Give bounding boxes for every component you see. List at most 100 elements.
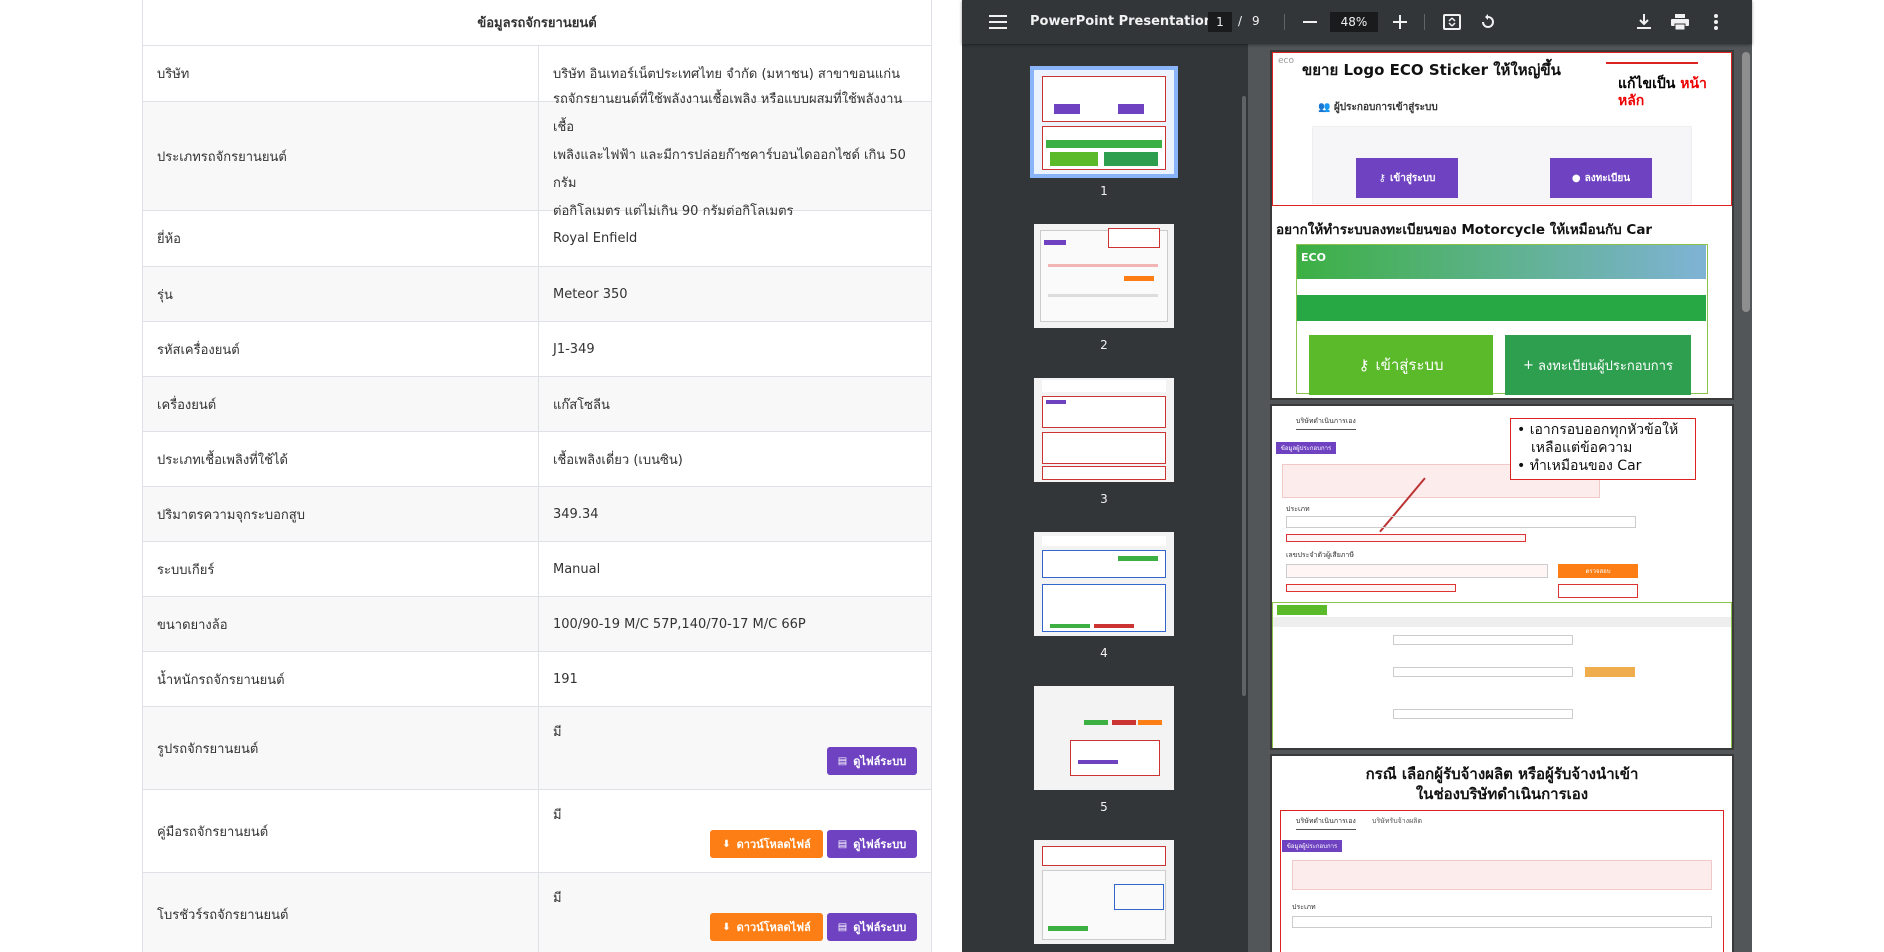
login-header-text: ผู้ประกอบการเข้าสู่ระบบ xyxy=(1333,102,1438,113)
slide-heading-line: กรณี เลือกผู้รับจ้างผลิต หรือผู้รับจ้างน… xyxy=(1365,765,1639,783)
table-row: ประเภทเชื้อเพลิงที่ใช้ได้ เชื้อเพลิงเดี่… xyxy=(143,432,931,487)
error-preview xyxy=(1286,584,1456,592)
thumbnail-page-6[interactable]: 6 xyxy=(1034,840,1174,952)
download-file-label: ดาวน์โหลดไฟล์ xyxy=(736,838,811,851)
file-exists-text: มี xyxy=(553,891,562,906)
bullet-item: • ทำเหมือนของ Car xyxy=(1517,458,1642,474)
more-vert-icon[interactable] xyxy=(1704,10,1728,34)
download-icon[interactable] xyxy=(1632,10,1656,34)
row-value: มี ⬇ ดาวน์โหลดไฟล์ ▤ ดูไฟล์ระบบ xyxy=(539,790,931,872)
slide-heading-line: ในช่องบริษัทดำเนินการเอง xyxy=(1415,785,1589,803)
tab-preview: บริษัทดำเนินการเอง xyxy=(1296,416,1356,430)
table-row: ระบบเกียร์ Manual xyxy=(143,542,931,597)
badge-preview: ข้อมูลผู้ประกอบการ xyxy=(1282,840,1342,852)
thumbnail-page-2[interactable]: 2 xyxy=(1034,224,1174,352)
thumbnail-page-3[interactable]: 3 xyxy=(1034,378,1174,506)
download-icon: ⬇ xyxy=(722,921,731,933)
row-value-line: เพลิงและไฟฟ้า และมีการปล่อยก๊าซคาร์บอนได… xyxy=(553,148,906,191)
green-header-bar xyxy=(1297,245,1706,279)
pdf-page-area: eco ขยาย Logo ECO Sticker ให้ใหญ่ขึ้น แก… xyxy=(1248,44,1752,952)
alert-preview xyxy=(1292,860,1712,890)
thumbnail-image xyxy=(1034,686,1174,790)
zoom-level-input[interactable]: 48% xyxy=(1330,12,1378,32)
row-label: น้ำหนักรถจักรยานยนต์ xyxy=(143,652,539,706)
file-actions: ▤ ดูไฟล์ระบบ xyxy=(827,747,917,775)
field-label: ประเภท xyxy=(1286,505,1310,513)
row-value-line: รถจักรยานยนต์ที่ใช้พลังงานเชื้อเพลิง หรื… xyxy=(553,92,903,135)
thumbnail-image xyxy=(1034,378,1174,482)
row-value: J1-349 xyxy=(553,341,595,357)
download-icon: ⬇ xyxy=(722,838,731,850)
row-label: บริษัท xyxy=(143,46,539,101)
row-label: รูปรถจักรยานยนต์ xyxy=(143,707,539,789)
download-file-button[interactable]: ⬇ ดาวน์โหลดไฟล์ xyxy=(710,913,823,941)
row-value: เชื้อเพลิงเดี่ยว (เบนซิน) xyxy=(553,452,683,468)
login-button-preview: ⚷ เข้าสู่ระบบ xyxy=(1356,158,1458,198)
table-row: คู่มือรถจักรยานยนต์ มี ⬇ ดาวน์โหลดไฟล์ ▤… xyxy=(143,790,931,873)
bullet-text: เอากรอบออกทุกหัวข้อให้ xyxy=(1529,422,1679,438)
thumbnail-page-1[interactable]: 1 xyxy=(1030,66,1178,198)
view-file-label: ดูไฟล์ระบบ xyxy=(853,921,907,934)
user-icon: ● xyxy=(1571,172,1581,184)
row-label: ขนาดยางล้อ xyxy=(143,597,539,651)
thumbnail-page-number: 2 xyxy=(1100,338,1108,352)
annotation-bullets: • เอากรอบออกทุกหัวข้อให้ เหลือแต่ข้อความ… xyxy=(1517,421,1678,475)
tab-preview xyxy=(1277,605,1327,615)
annotation-box: • เอากรอบออกทุกหัวข้อให้ เหลือแต่ข้อความ… xyxy=(1510,418,1696,480)
row-value: Royal Enfield xyxy=(553,231,638,246)
view-file-button[interactable]: ▤ ดูไฟล์ระบบ xyxy=(827,830,917,858)
file-icon: ▤ xyxy=(837,838,848,850)
view-file-label: ดูไฟล์ระบบ xyxy=(853,838,907,851)
table-row: เครื่องยนต์ แก๊สโซลีน xyxy=(143,377,931,432)
row-value: 191 xyxy=(553,671,578,687)
file-icon: ▤ xyxy=(837,755,848,767)
page-scrollbar[interactable] xyxy=(1742,52,1750,312)
thumbnail-image xyxy=(1034,840,1174,944)
section-preview xyxy=(1273,617,1731,627)
pdf-toolbar: PowerPoint Presentation 1 / 9 48% xyxy=(962,0,1752,44)
error-preview xyxy=(1558,584,1638,598)
thumbnail-image xyxy=(1034,532,1174,636)
screen: ข้อมูลรถจักรยานยนต์ บริษัท บริษัท อินเทอ… xyxy=(0,0,1884,952)
zoom-out-icon[interactable] xyxy=(1298,10,1322,34)
table-header: ข้อมูลรถจักรยานยนต์ xyxy=(143,0,931,46)
note-highlight: หลัก xyxy=(1618,93,1645,109)
green-register-label: ลงทะเบียนผู้ประกอบการ xyxy=(1537,358,1673,374)
row-label: ประเภทรถจักรยานยนต์ xyxy=(143,102,539,210)
row-value: มี ▤ ดูไฟล์ระบบ xyxy=(539,707,931,789)
tab-preview: บริษัทรับจ้างผลิต xyxy=(1372,817,1423,825)
thumbnail-scrollbar[interactable] xyxy=(1242,96,1246,696)
table-row: โบรชัวร์รถจักรยานยนต์ มี ⬇ ดาวน์โหลดไฟล์… xyxy=(143,873,931,952)
green-login-button: ⚷ เข้าสู่ระบบ xyxy=(1309,335,1493,395)
tab-preview: บริษัทดำเนินการเอง xyxy=(1296,816,1356,830)
thumbnail-image xyxy=(1030,66,1178,178)
register-button-preview: ● ลงทะเบียน xyxy=(1550,158,1652,198)
download-file-button[interactable]: ⬇ ดาวน์โหลดไฟล์ xyxy=(710,830,823,858)
row-label: รหัสเครื่องยนต์ xyxy=(143,322,539,376)
zoom-in-icon[interactable] xyxy=(1388,10,1412,34)
input-preview xyxy=(1393,709,1573,719)
error-preview xyxy=(1286,534,1526,542)
menu-icon[interactable] xyxy=(986,10,1010,34)
thumbnail-page-5[interactable]: 5 xyxy=(1034,686,1174,814)
fit-page-icon[interactable] xyxy=(1440,10,1464,34)
file-actions: ⬇ ดาวน์โหลดไฟล์ ▤ ดูไฟล์ระบบ xyxy=(710,830,917,858)
users-icon: 👥 xyxy=(1318,102,1331,113)
table-row: รูปรถจักรยานยนต์ มี ▤ ดูไฟล์ระบบ xyxy=(143,707,931,790)
thumbnail-image xyxy=(1034,224,1174,328)
note-text: แก้ไขเป็น xyxy=(1618,76,1676,92)
thumbnail-page-4[interactable]: 4 xyxy=(1034,532,1174,660)
view-file-button[interactable]: ▤ ดูไฟล์ระบบ xyxy=(827,913,917,941)
rotate-icon[interactable] xyxy=(1476,10,1500,34)
input-preview xyxy=(1393,667,1573,677)
row-value: มี ⬇ ดาวน์โหลดไฟล์ ▤ ดูไฟล์ระบบ xyxy=(539,873,931,952)
thumbnail-page-number: 1 xyxy=(1100,184,1108,198)
slide-heading: กรณี เลือกผู้รับจ้างผลิต หรือผู้รับจ้างน… xyxy=(1272,764,1732,804)
page-total: 9 xyxy=(1252,14,1260,28)
view-file-button[interactable]: ▤ ดูไฟล์ระบบ xyxy=(827,747,917,775)
document-title: PowerPoint Presentation xyxy=(1030,14,1214,29)
print-icon[interactable] xyxy=(1668,10,1692,34)
select-preview xyxy=(1286,516,1636,528)
mini-logo: eco xyxy=(1278,56,1294,66)
page-number-input[interactable]: 1 xyxy=(1208,12,1232,32)
